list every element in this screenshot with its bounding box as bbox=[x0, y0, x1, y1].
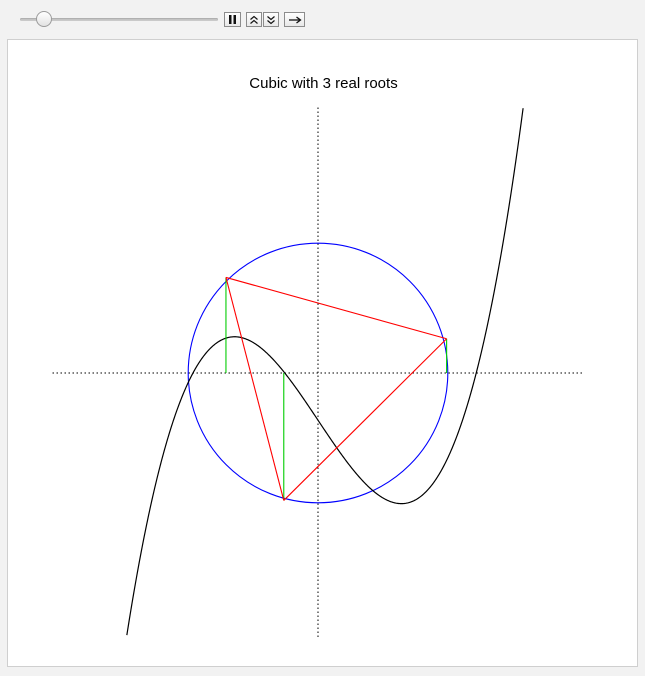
plot-panel: Cubic with 3 real roots bbox=[7, 39, 638, 667]
direction-button[interactable] bbox=[284, 12, 305, 27]
slower-button[interactable] bbox=[263, 12, 279, 27]
double-chevron-up-icon bbox=[250, 15, 258, 24]
triangle-edge-2 bbox=[283, 338, 448, 501]
right-arrow-icon bbox=[288, 15, 302, 24]
faster-button[interactable] bbox=[246, 12, 262, 27]
triangle-edge-1 bbox=[225, 276, 447, 340]
double-chevron-down-icon bbox=[267, 15, 275, 24]
triangle-edge-3 bbox=[225, 277, 285, 501]
pause-button[interactable] bbox=[224, 12, 241, 27]
plot-canvas bbox=[52, 107, 584, 639]
cubic-curve bbox=[126, 108, 524, 636]
control-bar bbox=[0, 0, 645, 38]
animation-slider-thumb[interactable] bbox=[35, 11, 52, 27]
pause-icon bbox=[229, 15, 236, 24]
